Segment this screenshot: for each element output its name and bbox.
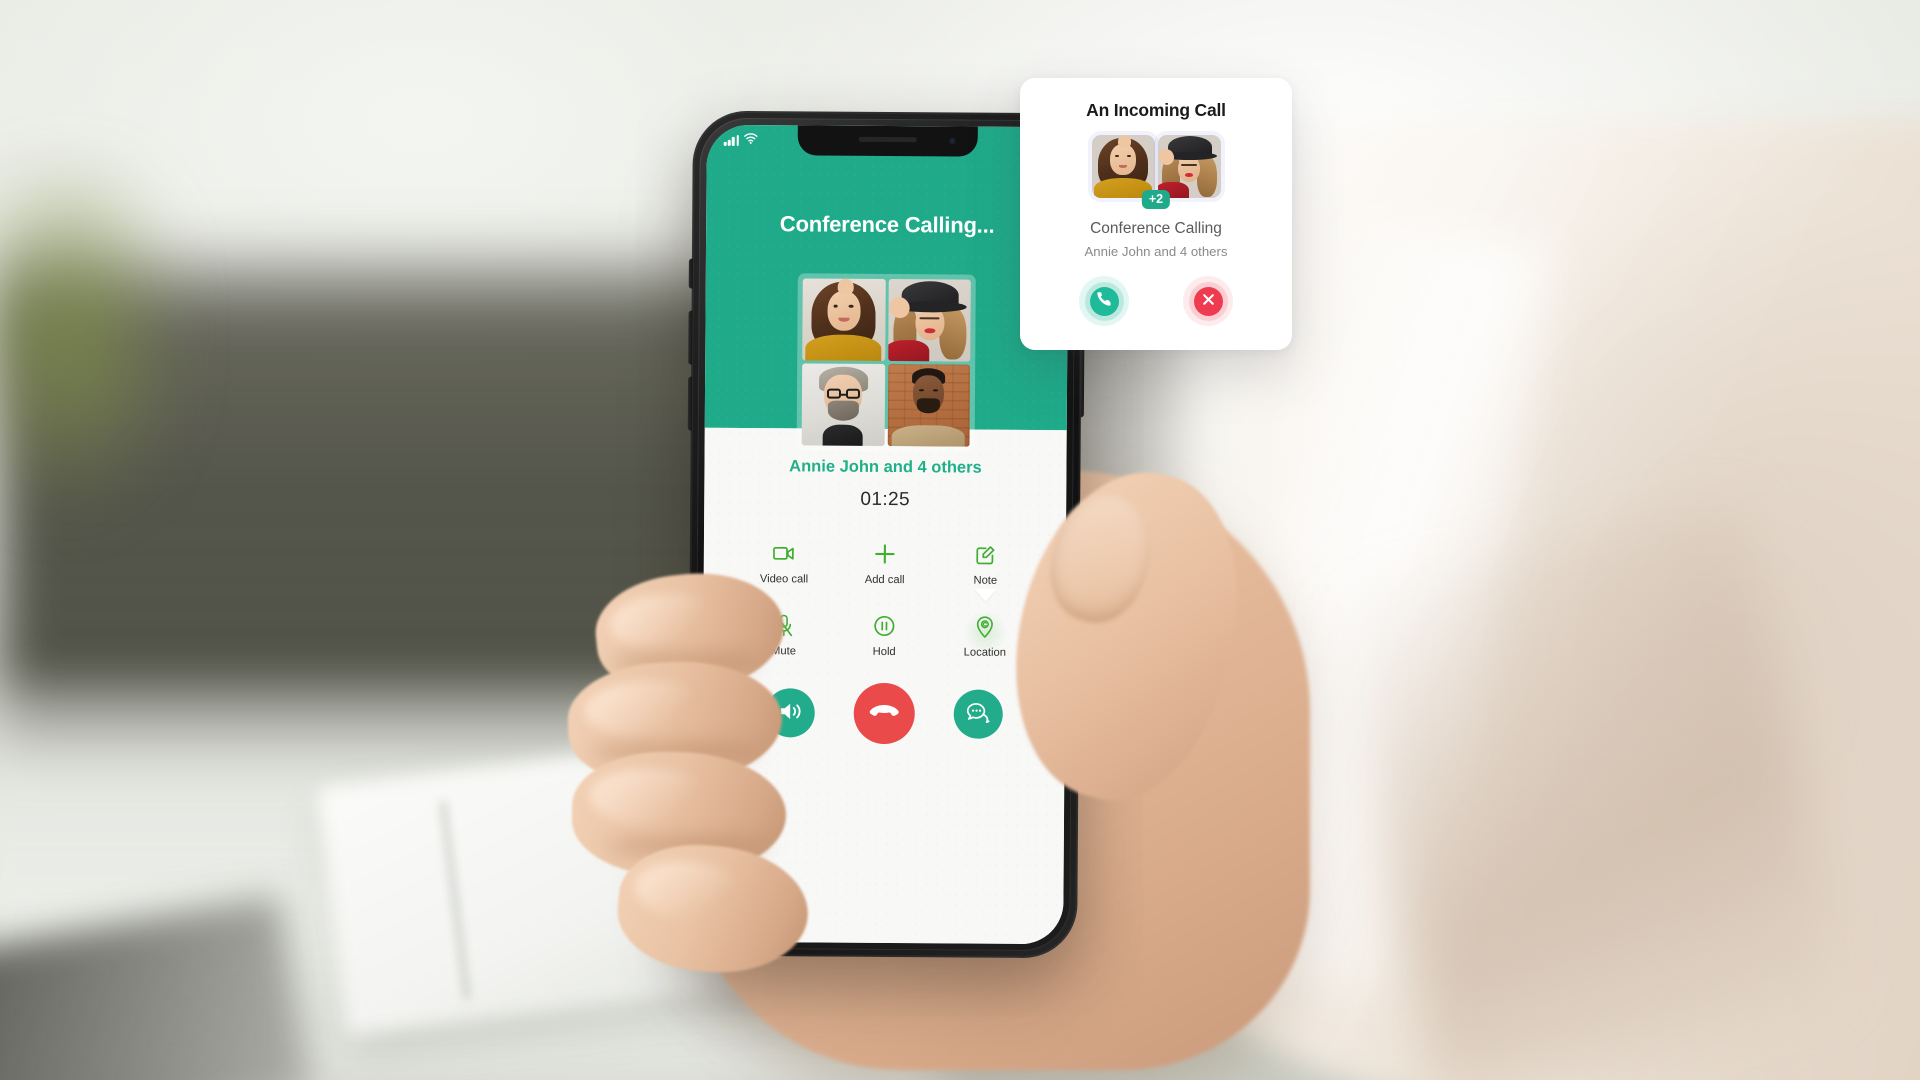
close-x-icon [1202, 293, 1215, 309]
accept-call-button[interactable] [1089, 286, 1119, 316]
additional-participants-badge: +2 [1141, 190, 1171, 209]
speaker-button[interactable] [765, 688, 815, 738]
add-call-icon [873, 542, 897, 566]
cellular-bars-icon [723, 134, 739, 146]
participant-thumbnail-2[interactable] [887, 279, 971, 362]
background-plant [0, 170, 170, 530]
chat-icon [965, 701, 990, 727]
end-call-icon [868, 703, 899, 724]
mute-icon [772, 613, 796, 637]
caller-avatars: +2 [1089, 135, 1223, 209]
incoming-call-subtitle: Conference Calling [1090, 220, 1222, 237]
speaker-icon [777, 700, 802, 725]
add-call-label: Add call [864, 573, 905, 587]
mute-label: Mute [771, 645, 796, 658]
scene: 05:40 Conference Calling... [0, 0, 1920, 1080]
participant-thumbnail-3[interactable] [801, 363, 885, 446]
caller-avatar-1[interactable] [1091, 135, 1155, 198]
phone-handset-icon [1096, 292, 1112, 310]
call-actions-grid: Video call Add call Note Mute Hold Locat… [733, 541, 1036, 659]
decline-call-ripple[interactable] [1183, 276, 1233, 326]
participants-grid [796, 273, 976, 452]
incoming-call-card: An Incoming Call +2 Conference Calling A… [1020, 78, 1292, 350]
incoming-call-buttons [1040, 276, 1272, 326]
call-body: Annie John and 4 others 01:25 Video call [701, 427, 1067, 945]
note-icon [973, 543, 997, 567]
accept-call-ripple[interactable] [1079, 276, 1129, 326]
hold-icon [872, 614, 896, 638]
status-bar-left [723, 131, 758, 149]
location-action[interactable]: Location [934, 588, 1035, 659]
hold-label: Hold [872, 645, 896, 659]
phone-volume-up-button[interactable] [688, 310, 693, 365]
phone-mute-switch[interactable] [688, 258, 693, 289]
caller-avatar-2[interactable] [1157, 135, 1221, 198]
call-controls [703, 682, 1065, 746]
note-label: Note [973, 574, 998, 587]
incoming-call-participants: Annie John and 4 others [1084, 244, 1228, 259]
chat-button[interactable] [953, 689, 1003, 739]
hold-action[interactable]: Hold [834, 614, 935, 659]
status-bar: 05:40 [707, 125, 1069, 158]
add-call-action[interactable]: Add call [834, 542, 935, 587]
call-duration: 01:25 [860, 488, 911, 511]
decline-call-button[interactable] [1193, 286, 1223, 316]
page-title: Conference Calling... [779, 211, 995, 238]
note-action[interactable]: Note [935, 542, 1036, 587]
callee-name: Annie John and 4 others [789, 457, 982, 477]
video-call-action[interactable]: Video call [734, 541, 835, 586]
incoming-call-title: An Incoming Call [1086, 100, 1226, 120]
phone-screen: 05:40 Conference Calling... [701, 124, 1069, 945]
end-call-button[interactable] [853, 682, 915, 745]
video-call-icon [772, 541, 796, 565]
video-call-label: Video call [759, 573, 809, 586]
location-icon [973, 615, 997, 639]
participant-thumbnail-4[interactable] [887, 364, 971, 447]
tooltip-caret-icon [974, 588, 997, 602]
wifi-icon [744, 131, 758, 149]
participant-thumbnail-1[interactable] [802, 278, 886, 361]
phone-volume-down-button[interactable] [687, 376, 693, 431]
mute-action[interactable]: Mute [733, 613, 834, 658]
